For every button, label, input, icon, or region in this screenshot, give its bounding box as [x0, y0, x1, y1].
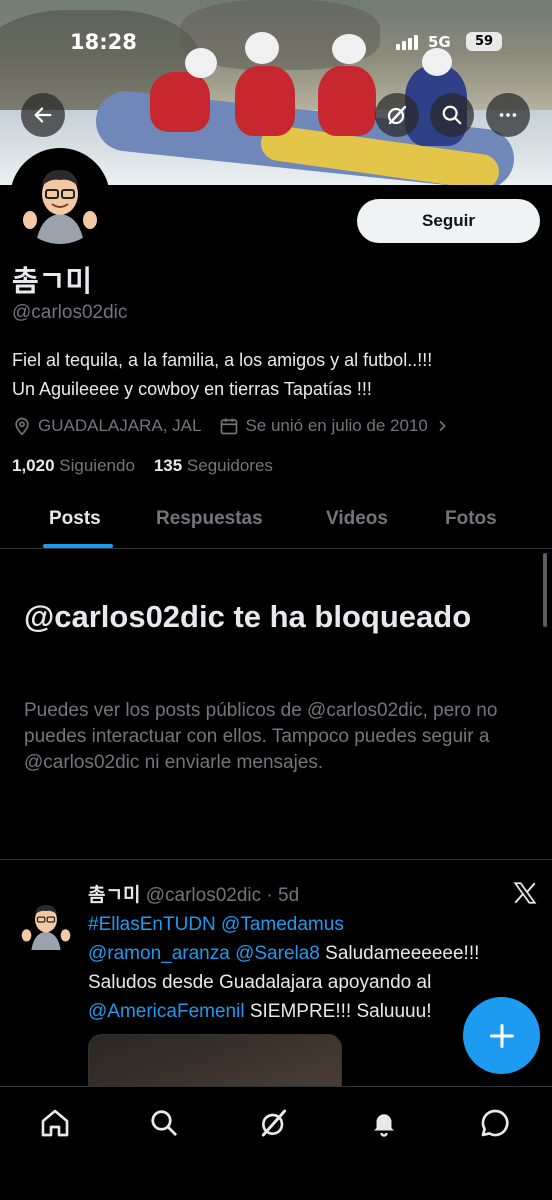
location-pin-icon	[15, 417, 29, 436]
following-count: 1,020	[12, 456, 55, 475]
nav-grok[interactable]	[256, 1105, 292, 1141]
mention-link[interactable]: @AmericaFemenil	[88, 1001, 245, 1022]
scrollbar[interactable]	[543, 553, 547, 627]
more-icon	[499, 113, 517, 117]
following-link[interactable]: 1,020 Siguiendo	[12, 456, 135, 475]
mention-link[interactable]: @ramon_aranza	[88, 943, 230, 964]
joined-label: Se unió en julio de 2010	[245, 416, 428, 435]
signal-icon	[396, 34, 418, 50]
back-button[interactable]	[21, 93, 65, 137]
profile-bio: Fiel al tequila, a la familia, a los ami…	[12, 346, 542, 404]
post-text-segment: SIEMPRE!!! Saluuuu!	[244, 1001, 432, 1022]
calendar-icon	[221, 418, 238, 435]
follow-button[interactable]: Seguir	[357, 199, 540, 243]
memoji-avatar-icon	[21, 904, 71, 950]
post-header: 촘ㄱ미 @carlos02dic · 5d	[88, 880, 299, 907]
following-label: Siguiendo	[59, 456, 135, 475]
profile-joined[interactable]: Se unió en julio de 2010	[219, 416, 449, 436]
banner-rafter	[318, 66, 376, 136]
tab-replies[interactable]: Respuestas	[156, 508, 263, 530]
post-text-segment: Saludameeeeee!!!	[319, 943, 480, 964]
nav-home[interactable]	[37, 1105, 73, 1141]
post-text-segment: Saludos desde Guadalajara apoyando al	[88, 972, 432, 993]
arrow-left-icon	[34, 107, 52, 123]
followers-count: 135	[153, 456, 183, 475]
x-logo-icon	[512, 880, 538, 910]
bio-line: Un Aguileeee y cowboy en tierras Tapatía…	[12, 379, 372, 399]
tab-photos[interactable]: Fotos	[445, 508, 497, 530]
memoji-avatar-icon	[14, 152, 106, 244]
search-icon	[442, 105, 462, 125]
tab-posts[interactable]: Posts	[49, 508, 101, 530]
nav-notifications[interactable]	[366, 1105, 402, 1141]
search-icon	[151, 1110, 177, 1136]
nav-search[interactable]	[146, 1105, 182, 1141]
grok-button[interactable]	[375, 93, 419, 137]
tab-videos[interactable]: Videos	[326, 508, 388, 530]
bio-line: Fiel al tequila, a la familia, a los ami…	[12, 350, 433, 370]
post-author-name[interactable]: 촘ㄱ미	[88, 885, 140, 906]
post-avatar[interactable]	[18, 894, 74, 950]
post-media[interactable]	[88, 1034, 342, 1094]
profile-meta: GUADALAJARA, JAL Se unió en julio de 201…	[12, 414, 468, 438]
grok-icon	[261, 1109, 287, 1137]
bell-icon	[374, 1114, 394, 1137]
post-author-handle[interactable]: @carlos02dic · 5d	[146, 885, 299, 906]
post-text: #EllasEnTUDN @Tamedamus @ramon_aranza @S…	[88, 910, 538, 1026]
profile-tabs: Posts Respuestas Videos Fotos	[0, 496, 552, 549]
profile-counts: 1,020 Siguiendo 135 Seguidores	[12, 456, 273, 476]
grok-icon	[387, 105, 407, 125]
profile-location: GUADALAJARA, JAL	[12, 416, 201, 436]
blocked-title: @carlos02dic te ha bloqueado	[24, 599, 472, 634]
status-bar: 18:28 5G 59	[0, 30, 552, 60]
blocked-message: Puedes ver los posts públicos de @carlos…	[24, 700, 498, 773]
status-time: 18:28	[70, 30, 137, 54]
followers-label: Seguidores	[186, 456, 273, 475]
bottom-nav	[0, 1086, 552, 1200]
battery-icon: 59	[466, 32, 502, 51]
profile-avatar[interactable]	[10, 148, 110, 248]
divider	[0, 859, 552, 860]
location-label: GUADALAJARA, JAL	[38, 416, 202, 435]
hashtag-link[interactable]: #EllasEnTUDN	[88, 914, 216, 935]
mention-link[interactable]: @Tamedamus	[221, 914, 344, 935]
compose-button[interactable]	[463, 997, 540, 1074]
active-tab-indicator	[43, 544, 113, 548]
profile-handle: @carlos02dic	[12, 302, 128, 323]
chat-bubble-icon	[481, 1109, 509, 1137]
home-icon	[41, 1109, 69, 1137]
plus-icon	[489, 1023, 514, 1048]
nav-messages[interactable]	[477, 1105, 513, 1141]
search-button[interactable]	[430, 93, 474, 137]
more-button[interactable]	[486, 93, 530, 137]
followers-link[interactable]: 135 Seguidores	[154, 456, 273, 475]
banner-rafter	[235, 66, 295, 136]
chevron-right-icon	[439, 420, 446, 432]
mention-link[interactable]: @Sarela8	[235, 943, 320, 964]
profile-display-name: 촘ㄱ미	[12, 264, 93, 298]
banner-rafter	[150, 72, 210, 132]
network-type: 5G	[428, 33, 451, 51]
